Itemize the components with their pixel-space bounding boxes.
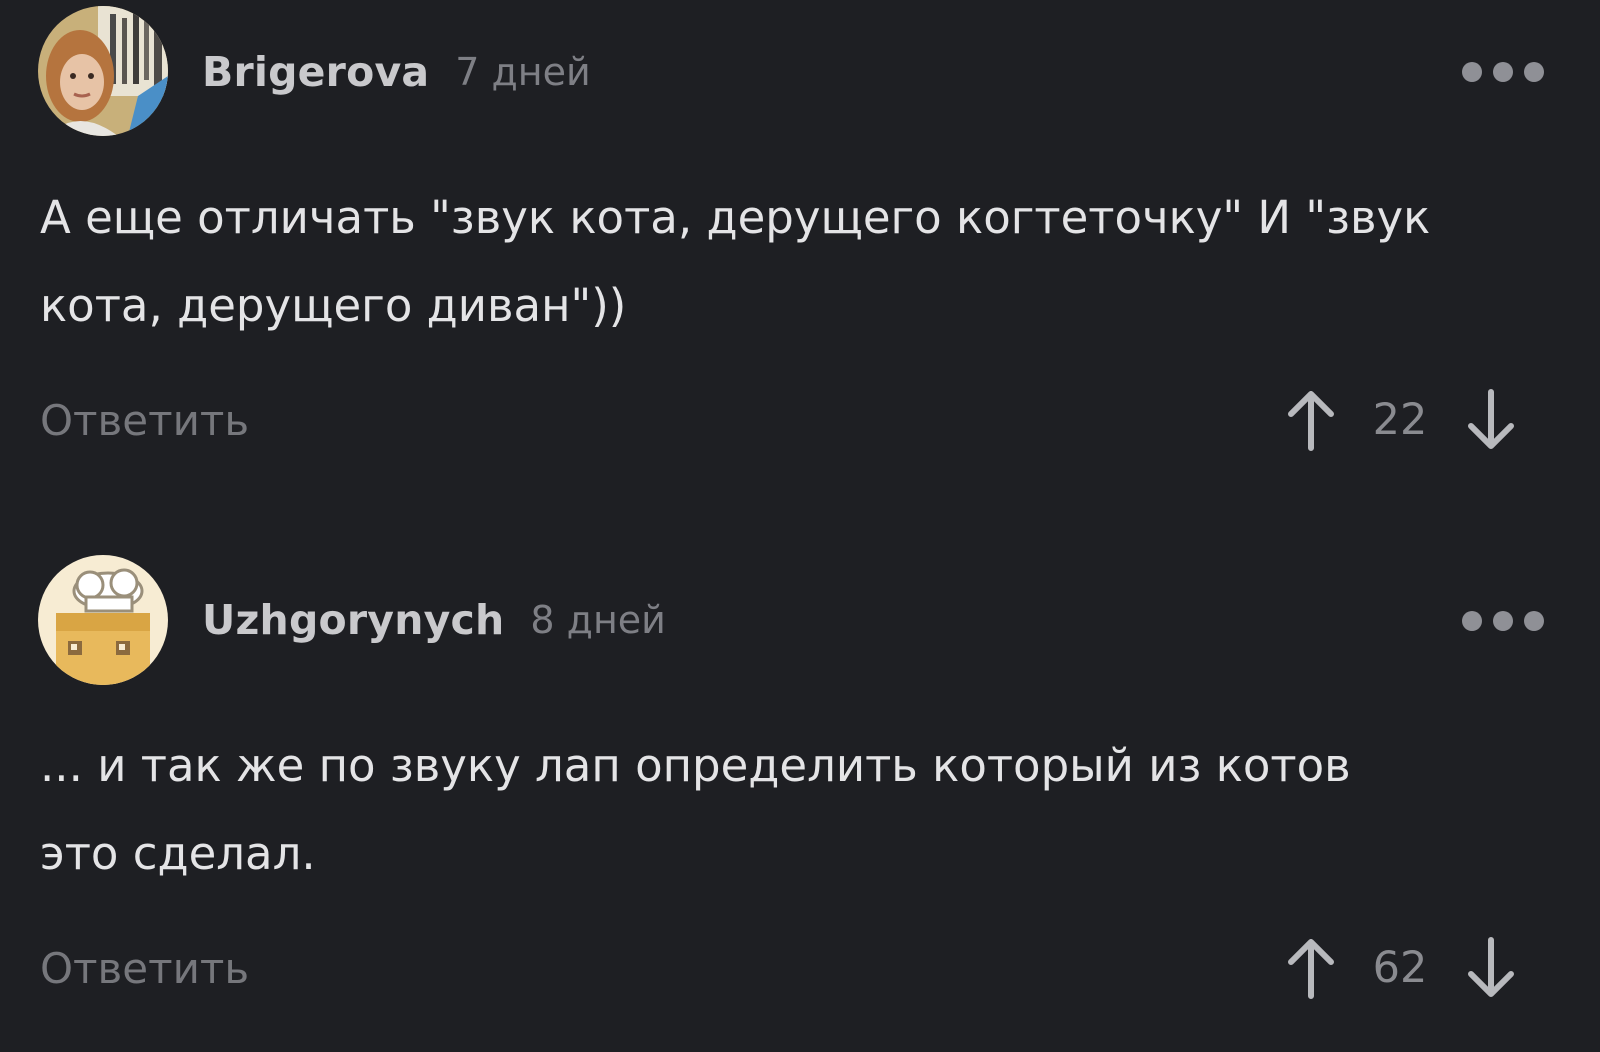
- comment-time: 8 дней: [530, 598, 666, 642]
- comment-text-line: ... и так же по звуку лап определить кот…: [40, 739, 1351, 792]
- reply-button[interactable]: Ответить: [40, 938, 249, 998]
- upvote-button[interactable]: [1283, 936, 1339, 1000]
- avatar[interactable]: [38, 555, 168, 685]
- downvote-button[interactable]: [1463, 936, 1519, 1000]
- more-options-button[interactable]: [1462, 601, 1544, 641]
- chef-avatar-icon: [38, 555, 168, 685]
- comment: Uzhgorynych 8 дней ... и так же по звуку…: [0, 0, 1600, 1052]
- author-line: Uzhgorynych 8 дней: [202, 590, 666, 650]
- comment-text-line: это сделал.: [40, 827, 316, 880]
- more-dots-icon: [1524, 611, 1544, 631]
- arrow-up-icon: [1288, 939, 1334, 999]
- vote-count: 62: [1372, 943, 1428, 993]
- more-dots-icon: [1462, 611, 1482, 631]
- more-dots-icon: [1493, 611, 1513, 631]
- author-name[interactable]: Uzhgorynych: [202, 596, 504, 644]
- arrow-down-icon: [1468, 937, 1514, 997]
- comment-text: ... и так же по звуку лап определить кот…: [40, 722, 1560, 898]
